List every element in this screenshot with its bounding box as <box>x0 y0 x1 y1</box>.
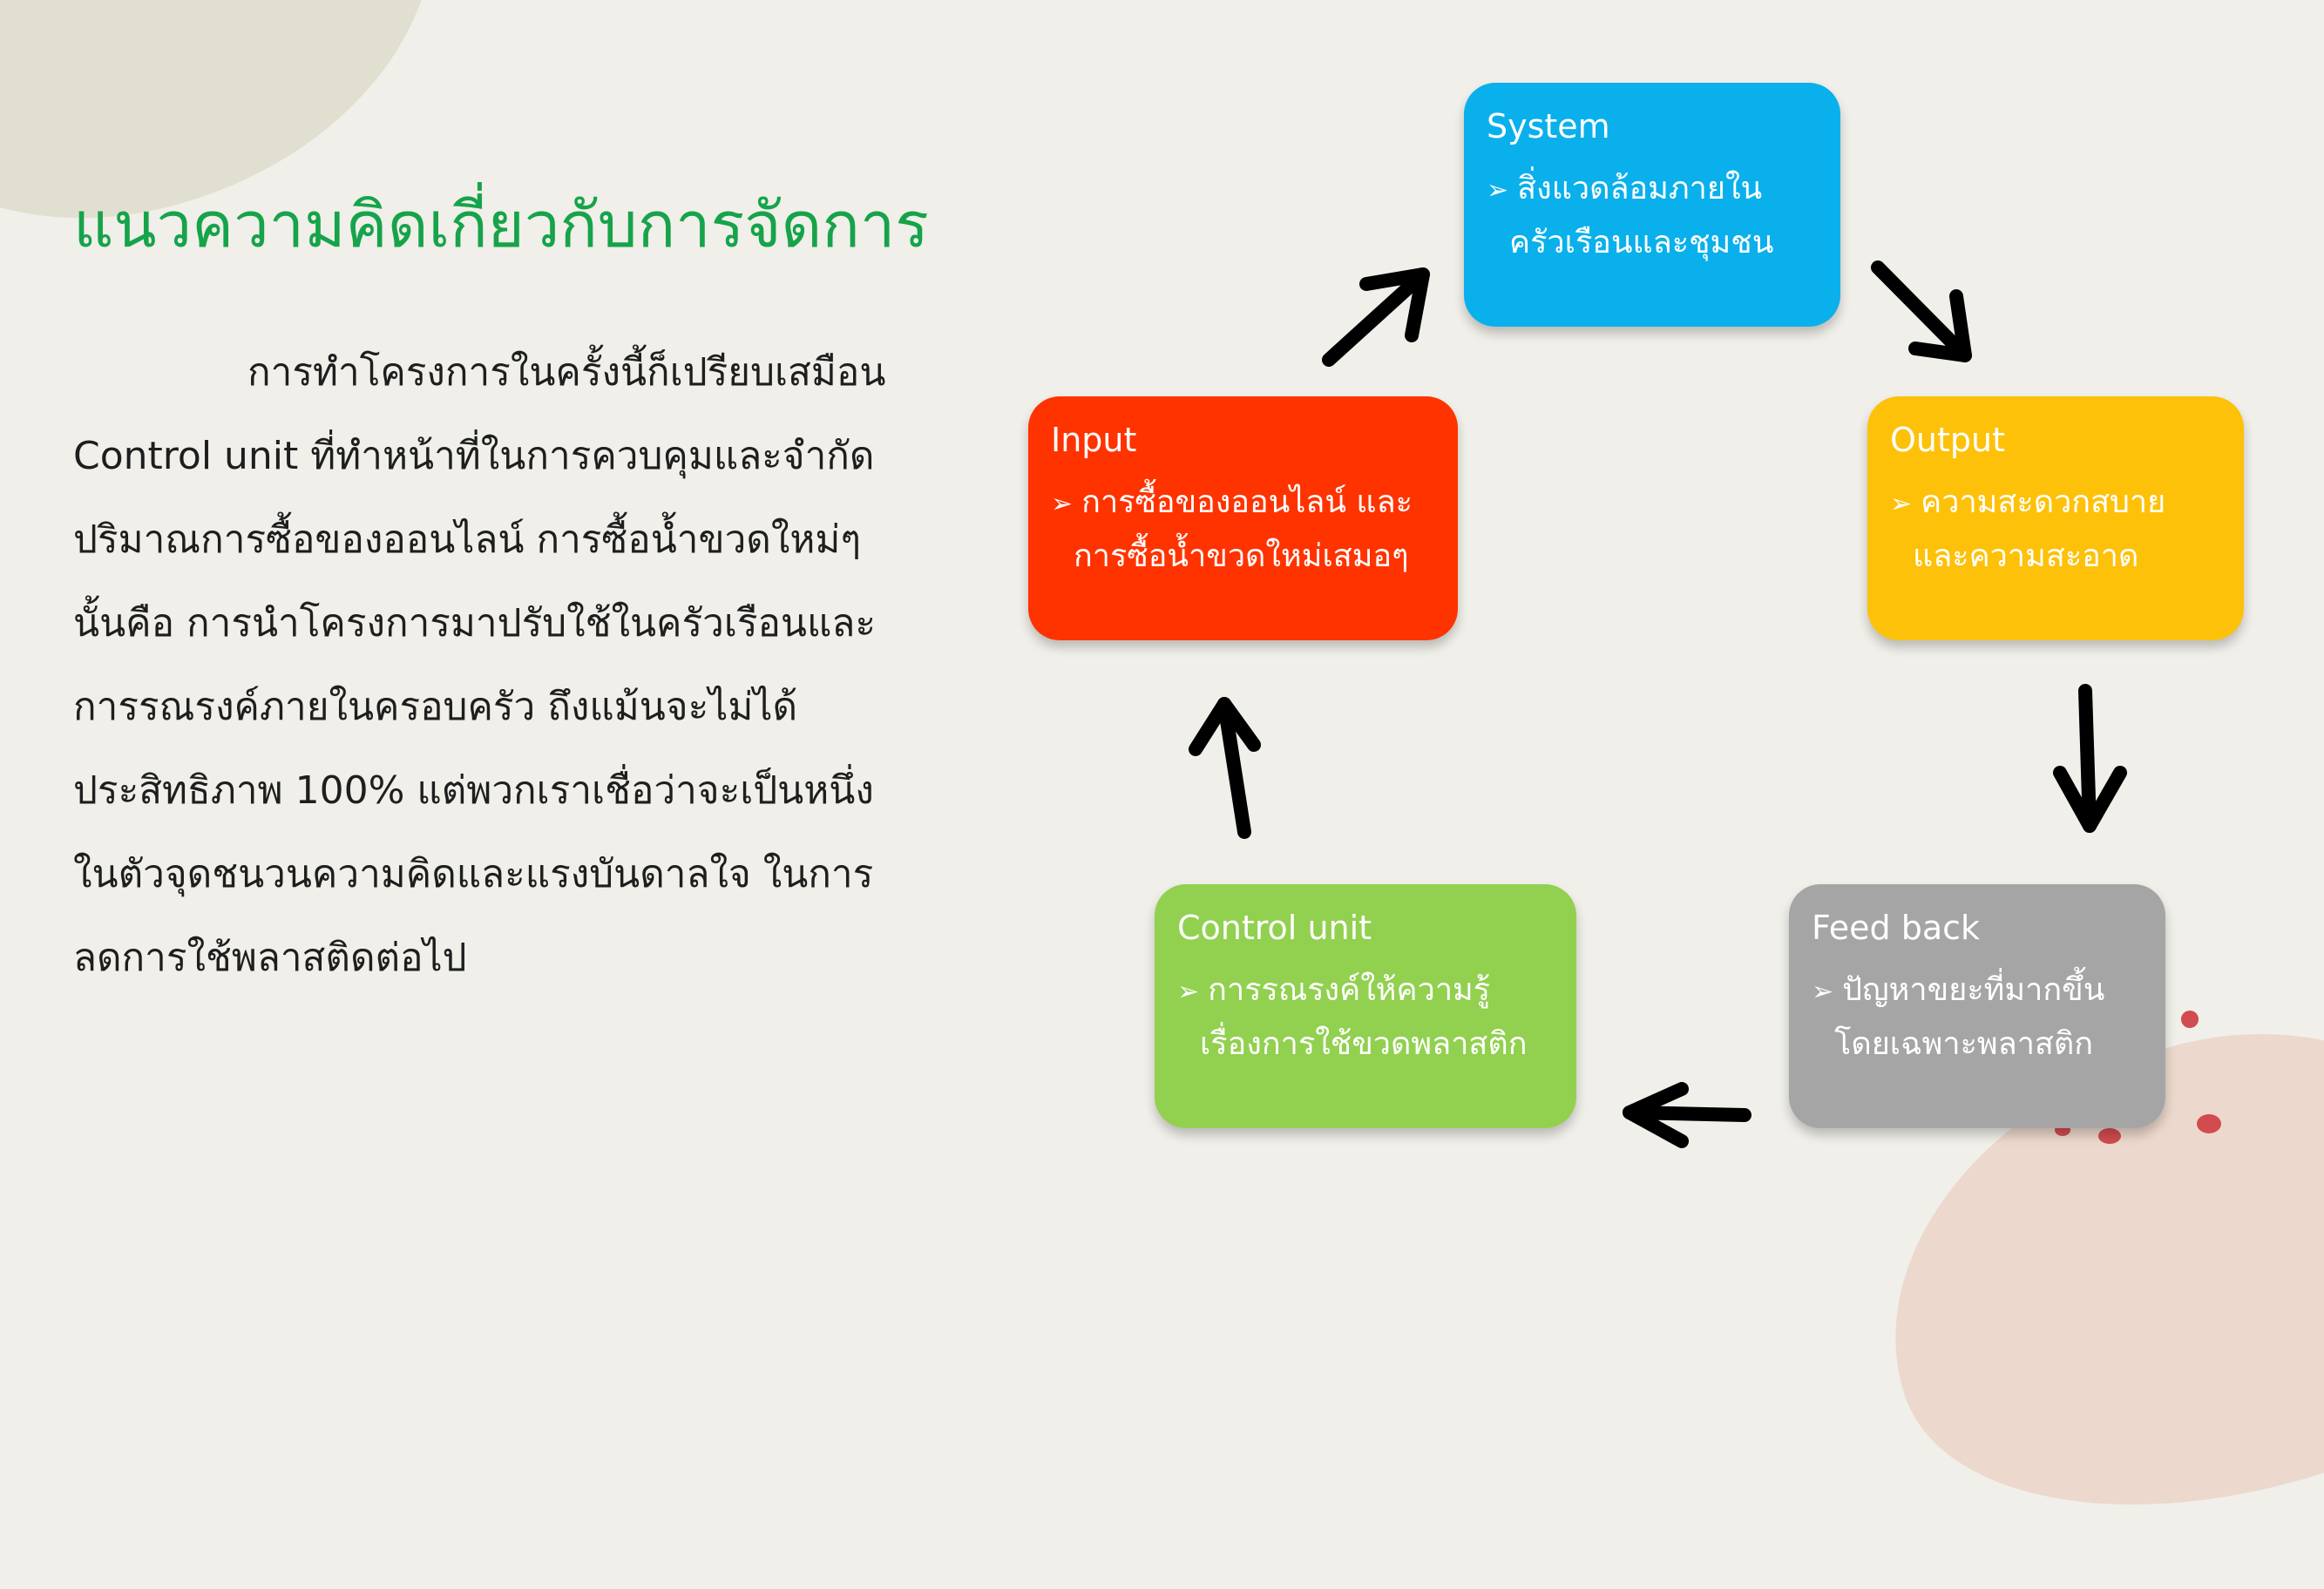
system-item: ➢ สิ่งแวดล้อมภายใน ครัวเรือนและชุมชน <box>1487 163 1818 269</box>
body-paragraph: การทำโครงการในครั้งนี้ก็เปรียบเสมือน Con… <box>73 331 988 1000</box>
body-line: ปริมาณการซื้อของออนไลน์ การซื้อน้ำขวดใหม… <box>73 517 861 562</box>
control-unit-title: Control unit <box>1177 909 1372 947</box>
arrow-feedback-to-control-icon <box>1623 1082 1751 1148</box>
input-item-line1: การซื้อของออนไลน์ และ <box>1081 483 1413 520</box>
body-line: ประสิทธิภาพ 100% แต่พวกเราเชื่อว่าจะเป็น… <box>73 768 874 813</box>
body-line: การรณรงค์ภายในครอบครัว ถึงแม้นจะไม่ได้ <box>73 685 798 729</box>
control-unit-item-line2: เรื่องการใช้ขวดพลาสติก <box>1200 1025 1528 1062</box>
control-unit-item: ➢ การรณรงค์ให้ความรู้ เรื่องการใช้ขวดพลาส… <box>1177 964 1554 1071</box>
input-title: Input <box>1051 421 1137 459</box>
control-unit-item-line1: การรณรงค์ให้ความรู้ <box>1208 971 1491 1008</box>
input-item: ➢ การซื้อของออนไลน์ และ การซื้อน้ำขวดใหม่… <box>1051 477 1435 583</box>
body-line: ในตัวจุดชนวนความคิดและแรงบันดาลใจ ในการ <box>73 852 874 896</box>
decorative-dot <box>2197 1114 2221 1133</box>
system-item-line1: สิ่งแวดล้อมภายใน <box>1517 170 1763 206</box>
decorative-dot <box>2098 1128 2121 1144</box>
arrow-input-to-system-icon <box>1322 267 1430 367</box>
feedback-item: ➢ ปัญหาขยะที่มากขึ้น โดยเฉพาะพลาสติก <box>1812 964 2143 1071</box>
output-item-line1: ความสะดวกสบาย <box>1921 483 2166 520</box>
feedback-box: Feed back ➢ ปัญหาขยะที่มากขึ้น โดยเฉพาะพล… <box>1789 884 2165 1128</box>
bullet-arrow-icon: ➢ <box>1890 488 1913 519</box>
input-item-line2: การซื้อน้ำขวดใหม่เสมอๆ <box>1074 538 1409 574</box>
system-title: System <box>1487 107 1610 145</box>
feedback-item-line1: ปัญหาขยะที่มากขึ้น <box>1842 971 2105 1008</box>
body-line: การทำโครงการในครั้งนี้ก็เปรียบเสมือน <box>247 350 886 395</box>
decorative-dot <box>2181 1011 2199 1028</box>
system-item-line2: ครัวเรือนและชุมชน <box>1509 224 1774 260</box>
bullet-arrow-icon: ➢ <box>1812 976 1834 1007</box>
output-title: Output <box>1890 421 2005 459</box>
feedback-item-line2: โดยเฉพาะพลาสติก <box>1834 1025 2094 1062</box>
page-title: แนวความคิดเกี่ยวกับการจัดการ <box>73 188 929 261</box>
bullet-arrow-icon: ➢ <box>1051 488 1074 519</box>
body-line: นั้นคือ การนำโครงการมาปรับใช้ในครัวเรือน… <box>73 601 876 646</box>
arrow-control-to-input-icon <box>1189 697 1261 839</box>
input-box: Input ➢ การซื้อของออนไลน์ และ การซื้อน้ำข… <box>1028 396 1458 640</box>
output-item: ➢ ความสะดวกสบาย และความสะอาด <box>1890 477 2221 583</box>
body-line: ลดการใช้พลาสติดต่อไป <box>73 936 467 980</box>
bullet-arrow-icon: ➢ <box>1487 174 1509 206</box>
control-unit-box: Control unit ➢ การรณรงค์ให้ความรู้ เรื่อง… <box>1155 884 1576 1128</box>
body-line: Control unit ที่ทำหน้าที่ในการควบคุมและจ… <box>73 434 875 478</box>
output-item-line2: และความสะอาด <box>1913 538 2139 574</box>
feedback-title: Feed back <box>1812 909 1981 947</box>
system-box: System ➢ สิ่งแวดล้อมภายใน ครัวเรือนและชุม… <box>1464 83 1840 327</box>
arrow-output-to-feedback-icon <box>2053 684 2127 833</box>
arrow-system-to-output-icon <box>1871 260 1972 362</box>
output-box: Output ➢ ความสะดวกสบาย และความสะอาด <box>1867 396 2244 640</box>
bullet-arrow-icon: ➢ <box>1177 976 1200 1007</box>
